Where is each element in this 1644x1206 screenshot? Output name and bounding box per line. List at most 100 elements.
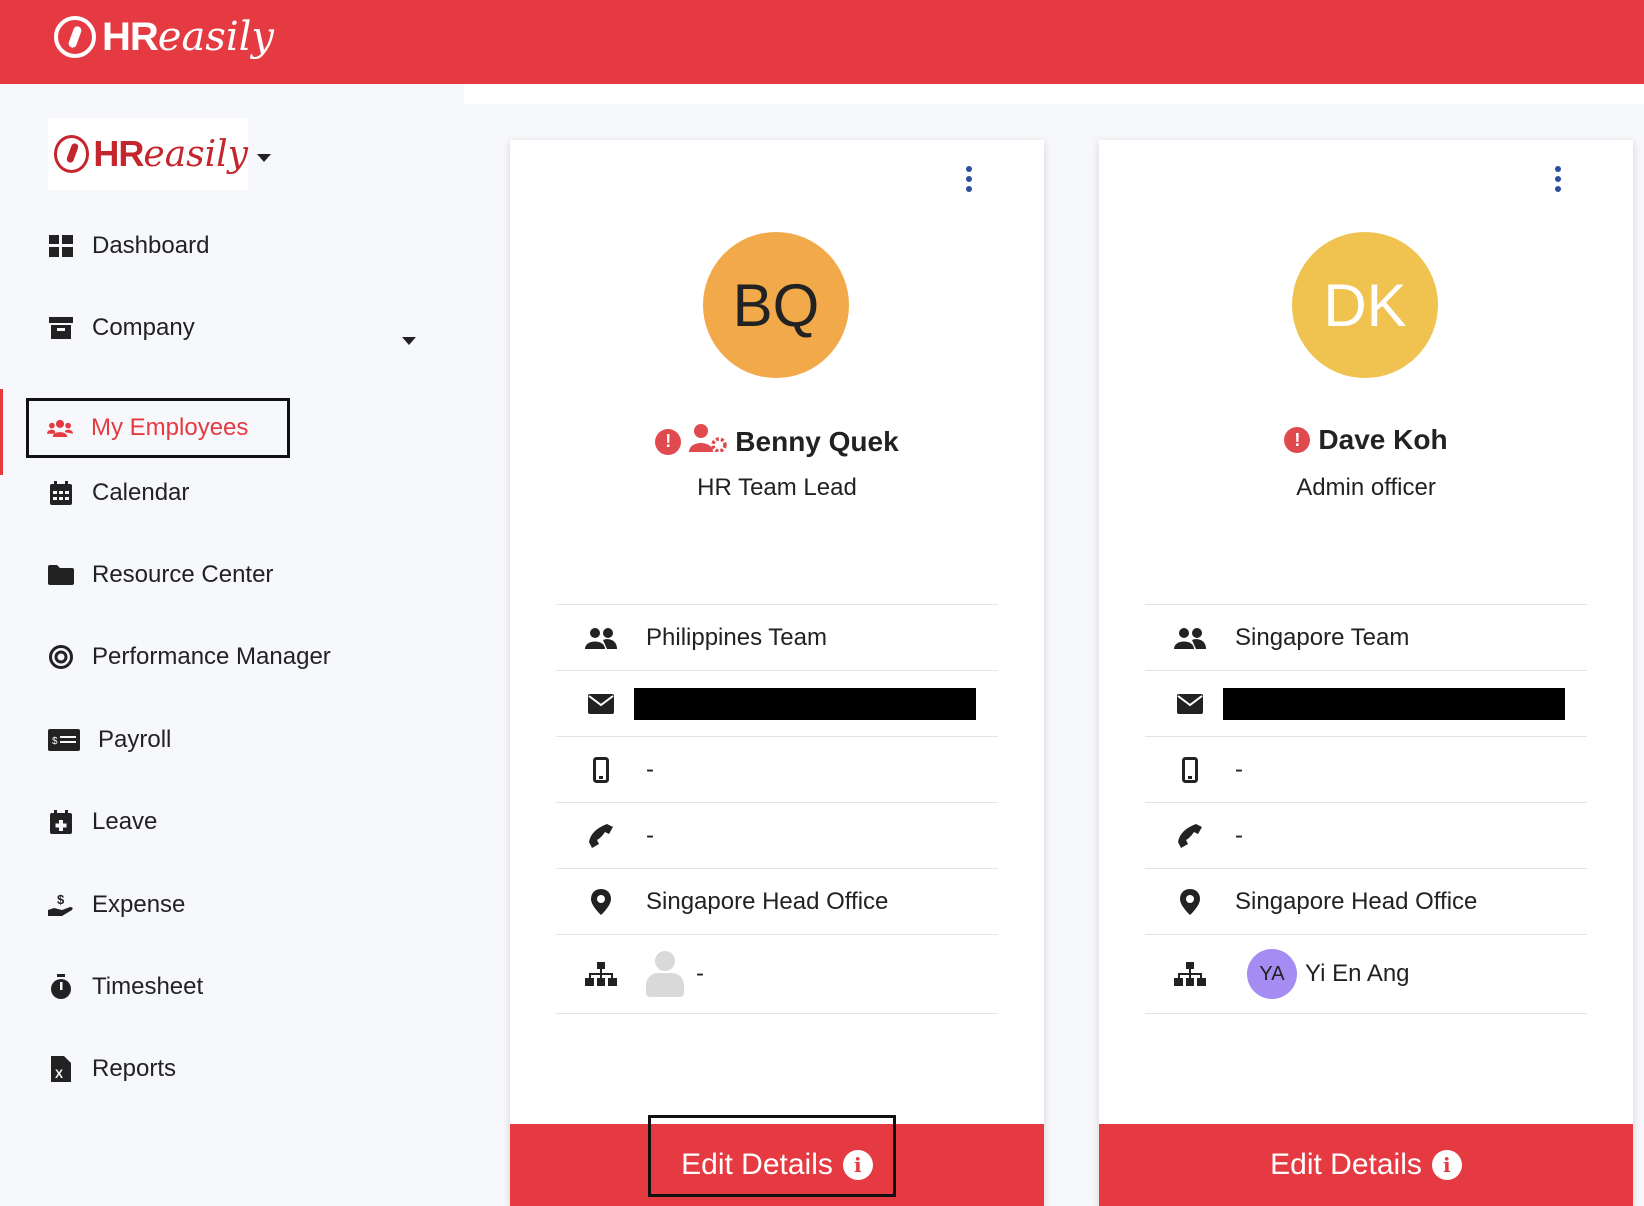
top-bar: HR easily [0, 0, 1644, 84]
employee-card: BQ ! Benny Quek HR Team Lead Philippines… [510, 140, 1044, 1206]
phone-value: - [1235, 821, 1243, 849]
mobile-value: - [1235, 755, 1243, 783]
sidebar-item-calendar[interactable]: Calendar [48, 473, 189, 513]
sidebar-item-label: Expense [92, 891, 186, 918]
users-icon [47, 415, 73, 441]
phone-icon [556, 823, 646, 848]
email-row [556, 670, 998, 736]
email-row [1145, 670, 1587, 736]
sidebar-item-label: Performance Manager [92, 643, 331, 670]
employee-details: Philippines Team - - Singapore Head Offi… [556, 604, 998, 1014]
sidebar-item-label: Resource Center [92, 561, 274, 588]
team-value: Philippines Team [646, 623, 827, 651]
users-icon [556, 627, 646, 649]
org-logo-hr: HR [93, 133, 144, 174]
org-caret-icon[interactable] [257, 154, 271, 162]
location-value: Singapore Head Office [1235, 887, 1478, 915]
sitemap-icon [1145, 962, 1235, 986]
kebab-menu-icon[interactable] [966, 166, 972, 192]
org-logo-easily: easily [143, 133, 248, 175]
brand-easily: easily [157, 14, 275, 60]
team-row: Philippines Team [556, 604, 998, 670]
org-switcher[interactable]: HR easily [48, 118, 248, 190]
warning-icon: ! [655, 428, 682, 455]
edit-details-highlight [648, 1115, 896, 1197]
manager-row: YA Yi En Ang [1145, 934, 1587, 1014]
avatar-initials: DK [1323, 271, 1407, 339]
brand-hr: HR [102, 14, 159, 59]
brand-mark-icon [54, 16, 96, 58]
phone-row: - [556, 802, 998, 868]
mobile-value: - [646, 755, 654, 783]
mobile-row: - [556, 736, 998, 802]
sidebar-item-label: Reports [92, 1055, 177, 1082]
sidebar: HR easily Dashboard Company My Employees… [0, 84, 464, 1206]
phone-row: - [1145, 802, 1587, 868]
svg-text:$: $ [52, 736, 58, 747]
employee-role: Admin officer [1296, 474, 1436, 501]
sidebar-item-label: Calendar [92, 479, 190, 506]
sidebar-item-label: Dashboard [92, 232, 210, 259]
manager-value[interactable]: Yi En Ang [1305, 960, 1410, 988]
edit-details-label: Edit Details [1270, 1148, 1422, 1181]
manager-row: - [556, 934, 998, 1014]
info-icon: i [1431, 1150, 1462, 1180]
map-marker-icon [556, 888, 646, 915]
sidebar-item-timesheet[interactable]: Timesheet [48, 967, 203, 1007]
avatar: DK [1292, 232, 1438, 378]
sidebar-item-label: My Employees [91, 414, 249, 441]
map-marker-icon [1145, 888, 1235, 915]
location-row: Singapore Head Office [1145, 868, 1587, 934]
sidebar-item-dashboard[interactable]: Dashboard [48, 226, 209, 266]
employee-details: Singapore Team - - Singapore Head Office… [1145, 604, 1587, 1014]
envelope-icon [1145, 693, 1235, 714]
mobile-row: - [1145, 736, 1587, 802]
user-gear-icon [689, 424, 728, 459]
users-icon [1145, 627, 1235, 649]
edit-details-button[interactable]: Edit Details i [1099, 1124, 1633, 1206]
team-row: Singapore Team [1145, 604, 1587, 670]
avatar-initials: BQ [732, 271, 820, 339]
location-value: Singapore Head Office [646, 887, 889, 915]
sidebar-item-payroll[interactable]: $ Payroll [48, 720, 171, 760]
company-caret-icon[interactable] [402, 337, 416, 345]
employee-name-row: ! Benny Quek [510, 424, 1044, 459]
manager-placeholder-avatar [646, 951, 684, 997]
archive-icon [48, 315, 74, 341]
dashboard-icon [48, 233, 74, 259]
kebab-menu-icon[interactable] [1555, 166, 1561, 192]
sidebar-item-expense[interactable]: $ Expense [48, 885, 185, 925]
sidebar-item-label: Payroll [98, 726, 172, 753]
folder-icon [48, 562, 74, 588]
target-icon [48, 644, 74, 670]
file-excel-icon: X [48, 1056, 74, 1082]
team-value: Singapore Team [1235, 623, 1410, 651]
sidebar-item-resource-center[interactable]: Resource Center [48, 555, 273, 595]
org-mark-icon [54, 135, 90, 173]
email-redacted [634, 687, 976, 720]
mobile-icon [556, 756, 646, 783]
employee-card: DK ! Dave Koh Admin officer Singapore Te… [1099, 140, 1633, 1206]
sidebar-item-label: Timesheet [92, 973, 204, 1000]
money-check-icon: $ [48, 727, 80, 753]
employee-role: HR Team Lead [697, 474, 857, 501]
sidebar-item-label: Leave [92, 808, 158, 835]
sidebar-item-label: Company [92, 314, 195, 341]
employee-name[interactable]: Dave Koh [1318, 424, 1447, 456]
location-row: Singapore Head Office [556, 868, 998, 934]
email-redacted [1223, 687, 1565, 720]
sidebar-item-company[interactable]: Company [48, 308, 195, 348]
stopwatch-icon [48, 974, 74, 1000]
calendar-icon [48, 480, 74, 506]
employee-name-row: ! Dave Koh [1099, 424, 1633, 456]
employee-name[interactable]: Benny Quek [735, 426, 898, 458]
sidebar-item-leave[interactable]: Leave [48, 802, 157, 842]
sidebar-item-reports[interactable]: X Reports [48, 1049, 176, 1089]
active-indicator [0, 389, 3, 475]
phone-value: - [646, 821, 654, 849]
sidebar-item-my-employees[interactable]: My Employees [26, 398, 290, 458]
sidebar-item-performance-manager[interactable]: Performance Manager [48, 637, 331, 677]
brand-logo[interactable]: HR easily [54, 14, 274, 60]
phone-icon [1145, 823, 1235, 848]
manager-initials: YA [1259, 962, 1285, 985]
